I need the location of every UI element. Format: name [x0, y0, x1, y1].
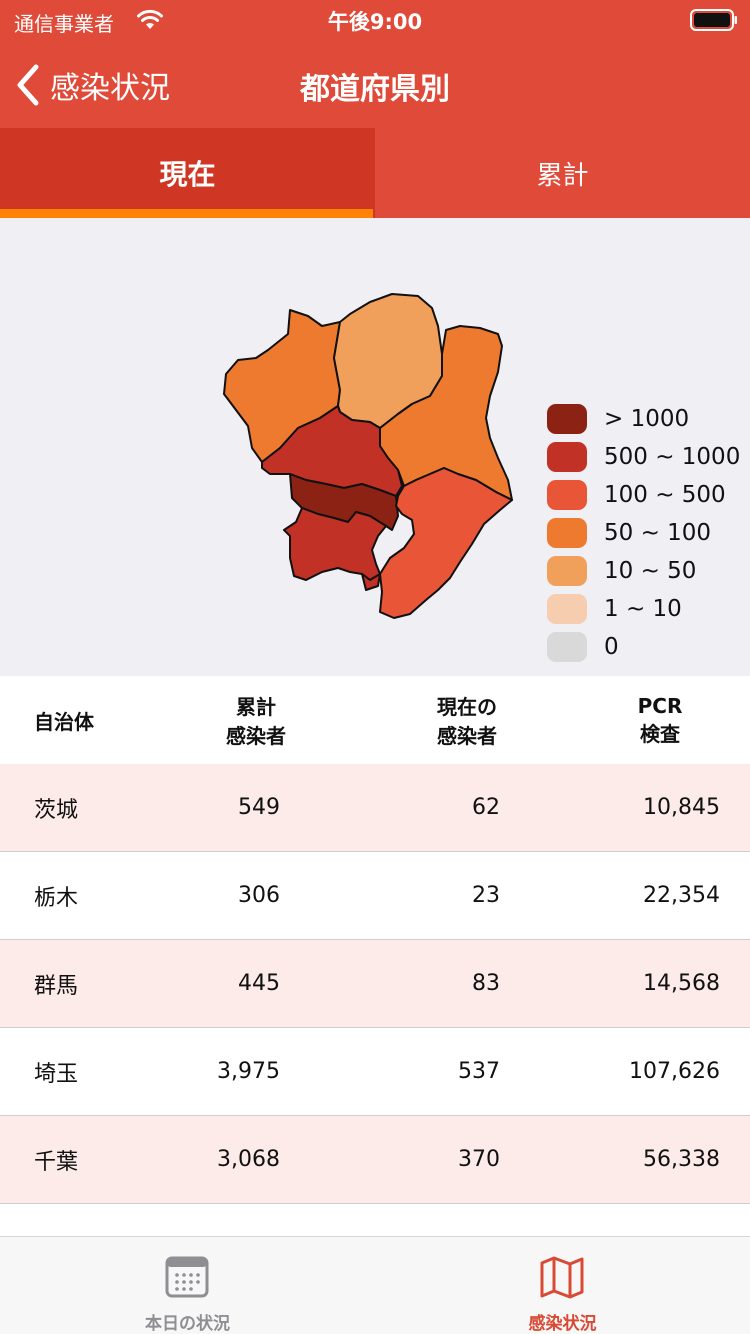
legend-swatch	[547, 442, 587, 472]
legend-swatch	[547, 404, 587, 434]
cell-name: 千葉	[34, 1149, 79, 1175]
legend-label: 10 ~ 50	[604, 558, 697, 584]
cell-cumulative: 306	[238, 883, 280, 908]
cell-name: 群馬	[34, 973, 79, 999]
tabbar-item-today[interactable]: 本日の状況	[0, 1237, 375, 1334]
tabbar-label-infection: 感染状況	[528, 1314, 597, 1334]
cell-cumulative: 3,975	[217, 1059, 280, 1084]
legend-label: 50 ~ 100	[604, 520, 712, 546]
header-current: 現在の 感染者	[364, 691, 570, 749]
legend-label: 100 ~ 500	[604, 482, 726, 508]
cell-cumulative: 445	[238, 971, 280, 996]
cell-name: 栃木	[34, 885, 79, 911]
cell-current: 370	[458, 1147, 500, 1172]
header-pcr: PCR 検査	[570, 694, 750, 747]
header-cumulative: 累計 感染者	[148, 691, 364, 749]
legend-item: 0	[547, 628, 740, 666]
legend-item: 10 ~ 50	[547, 552, 740, 590]
legend-swatch	[547, 632, 587, 662]
legend-item: 50 ~ 100	[547, 514, 740, 552]
table-row[interactable]: 栃木 306 23 22,354	[0, 852, 750, 940]
table-row[interactable]: 埼玉 3,975 537 107,626	[0, 1028, 750, 1116]
table-row[interactable]: 茨城 549 62 10,845	[0, 764, 750, 852]
header-name: 自治体	[34, 709, 94, 734]
header-current-line1: 現在の	[437, 695, 497, 719]
legend-item: > 1000	[547, 400, 740, 438]
prefecture-table: 自治体 累計 感染者 現在の 感染者 PCR 検査 茨城 549 62 10,8…	[0, 676, 750, 1204]
legend-item: 1 ~ 10	[547, 590, 740, 628]
legend-swatch	[547, 480, 587, 510]
cell-pcr: 10,845	[643, 795, 720, 820]
legend-item: 500 ~ 1000	[547, 438, 740, 476]
map-legend: > 1000 500 ~ 1000 100 ~ 500 50 ~ 100 10 …	[547, 400, 740, 666]
legend-swatch	[547, 556, 587, 586]
cell-cumulative: 3,068	[217, 1147, 280, 1172]
table-row[interactable]: 群馬 445 83 14,568	[0, 940, 750, 1028]
tab-current[interactable]: 現在	[0, 128, 375, 218]
legend-label: 0	[604, 634, 619, 660]
battery-icon	[690, 9, 737, 31]
table-header: 自治体 累計 感染者 現在の 感染者 PCR 検査	[0, 676, 750, 764]
header-cumulative-line2: 感染者	[226, 724, 286, 748]
map-region-kanagawa[interactable]	[283, 507, 387, 581]
cell-pcr: 22,354	[643, 883, 720, 908]
cell-cumulative: 549	[238, 795, 280, 820]
legend-label: 1 ~ 10	[604, 596, 682, 622]
cell-current: 23	[472, 883, 500, 908]
map-section: > 1000 500 ~ 1000 100 ~ 500 50 ~ 100 10 …	[0, 218, 750, 676]
segment-tabs: 現在 累計	[0, 128, 750, 218]
cell-current: 62	[472, 795, 500, 820]
tabbar-item-infection[interactable]: 感染状況	[375, 1237, 750, 1334]
cell-pcr: 56,338	[643, 1147, 720, 1172]
map-icon	[540, 1256, 584, 1299]
bottom-tab-bar: 本日の状況 感染状況	[0, 1236, 750, 1334]
cell-current: 83	[472, 971, 500, 996]
cell-current: 537	[458, 1059, 500, 1084]
page-title: 都道府県別	[300, 72, 450, 107]
cell-pcr: 107,626	[629, 1059, 720, 1084]
header-pcr-line1: PCR	[637, 693, 683, 718]
legend-swatch	[547, 518, 587, 548]
legend-swatch	[547, 594, 587, 624]
tabbar-label-today: 本日の状況	[145, 1314, 230, 1334]
status-bar: 通信事業者 午後9:00	[0, 0, 750, 40]
cell-pcr: 14,568	[643, 971, 720, 996]
legend-label: 500 ~ 1000	[604, 444, 741, 470]
calendar-icon	[165, 1256, 209, 1298]
header-cumulative-line1: 累計	[236, 695, 276, 719]
header-pcr-line2: 検査	[640, 721, 680, 746]
legend-label: > 1000	[604, 406, 690, 432]
legend-item: 100 ~ 500	[547, 476, 740, 514]
cell-name: 埼玉	[34, 1061, 79, 1087]
tab-cumulative[interactable]: 累計	[375, 128, 750, 218]
header-current-line2: 感染者	[437, 724, 497, 748]
navigation-bar: 感染状況 都道府県別	[0, 40, 750, 128]
cell-name: 茨城	[34, 797, 79, 823]
table-row[interactable]: 千葉 3,068 370 56,338	[0, 1116, 750, 1204]
clock: 午後9:00	[327, 10, 423, 34]
